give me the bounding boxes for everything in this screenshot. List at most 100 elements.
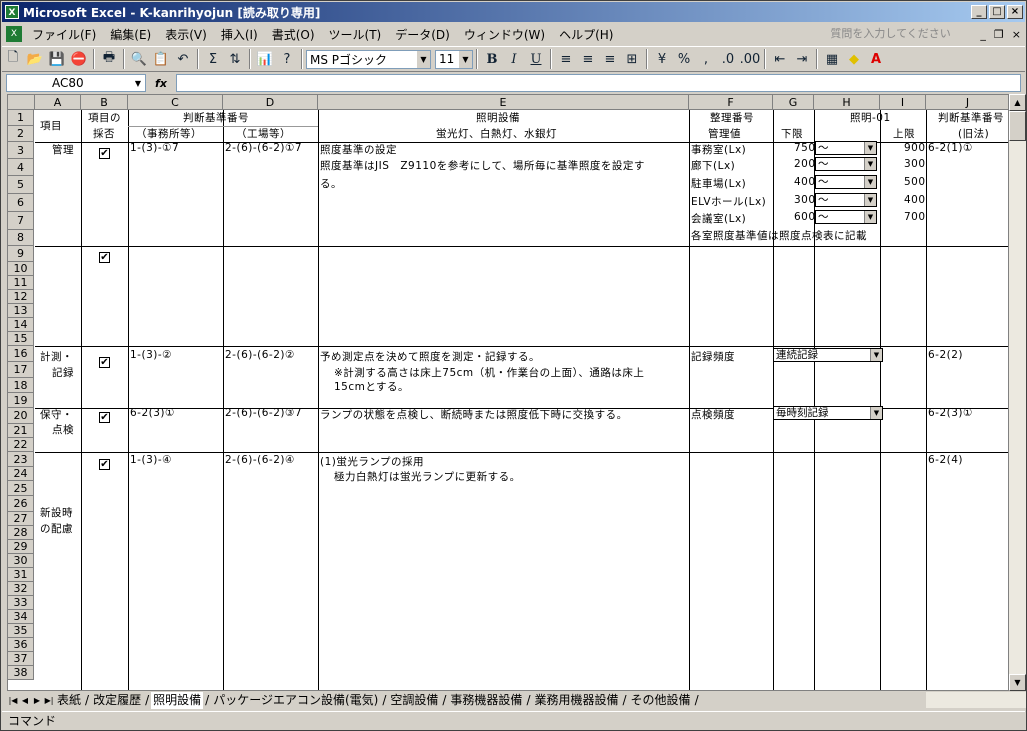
align-center-icon[interactable]: ≡ <box>577 48 599 70</box>
row-header[interactable]: 6 <box>8 194 34 212</box>
row-header[interactable]: 22 <box>8 438 34 452</box>
cell-a17[interactable]: 記録 <box>52 365 74 380</box>
name-box[interactable]: AC80 ▼ <box>6 74 146 92</box>
doc-close-button[interactable]: × <box>1008 28 1025 41</box>
column-header[interactable]: I <box>880 95 926 110</box>
cell-e18[interactable]: 15cmとする。 <box>334 379 409 394</box>
row-header[interactable]: 23 <box>8 452 34 467</box>
row-header[interactable]: 19 <box>8 393 34 408</box>
row-header[interactable]: 26 <box>8 496 34 512</box>
menu-edit[interactable]: 編集(E) <box>103 26 158 43</box>
borders-icon[interactable]: ▦ <box>821 48 843 70</box>
menu-window[interactable]: ウィンドウ(W) <box>457 26 552 43</box>
checkbox-row3[interactable]: ✔ <box>99 148 110 159</box>
workbook-icon[interactable]: X <box>6 26 22 42</box>
row-header[interactable]: 35 <box>8 624 34 638</box>
column-header[interactable]: D <box>223 95 318 110</box>
menu-file[interactable]: ファイル(F) <box>25 26 103 43</box>
cell-d2[interactable]: （工場等） <box>236 126 291 141</box>
percent-button[interactable]: % <box>673 48 695 70</box>
lux-lower-limit[interactable]: 300 <box>794 194 816 206</box>
column-header[interactable]: J <box>926 95 1008 110</box>
cell-e17[interactable]: ※計測する高さは床上75cm（机・作業台の上面）、通路は床上 <box>334 365 644 380</box>
cell-h1[interactable]: 照明-01 <box>850 110 891 125</box>
cell-d3[interactable]: 2-(6)-(6-2)①7 <box>225 142 302 154</box>
row-header[interactable]: 15 <box>8 332 34 346</box>
cell-b1[interactable]: 項目の <box>88 110 121 125</box>
lux-upper-limit[interactable]: 700 <box>904 211 926 223</box>
cell-a26[interactable]: 新設時 <box>40 505 73 520</box>
cell-e2[interactable]: 蛍光灯、白熱灯、水銀灯 <box>436 126 557 141</box>
lux-location[interactable]: ELVホール(Lx) <box>691 194 766 209</box>
sheet-tab-cover[interactable]: 表紙 <box>55 692 83 709</box>
font-color-icon[interactable]: A <box>865 48 887 70</box>
currency-icon[interactable]: ¥ <box>651 48 673 70</box>
row-header[interactable]: 29 <box>8 540 34 554</box>
row-header[interactable]: 10 <box>8 262 34 276</box>
menu-help[interactable]: ヘルプ(H) <box>552 26 620 43</box>
cell-c1[interactable]: 判断基準番号 <box>183 110 249 125</box>
row-header[interactable]: 30 <box>8 554 34 568</box>
cell-c16[interactable]: 1-(3)-② <box>130 349 172 361</box>
row-header[interactable]: 28 <box>8 526 34 540</box>
cell-e3[interactable]: 照度基準の設定 <box>320 142 397 157</box>
maximize-button[interactable]: □ <box>989 5 1005 19</box>
cell-c2[interactable]: （事務所等） <box>136 126 202 141</box>
lux-lower-limit[interactable]: 750 <box>794 142 816 154</box>
decrease-decimal-icon[interactable]: .00 <box>739 48 761 70</box>
cell-e16[interactable]: 予め測定点を決めて照度を測定・記録する。 <box>320 349 540 364</box>
menu-data[interactable]: データ(D) <box>388 26 457 43</box>
cell-a20[interactable]: 保守・ <box>40 407 73 422</box>
row-header[interactable]: 37 <box>8 652 34 666</box>
row-header[interactable]: 34 <box>8 610 34 624</box>
range-dropdown[interactable]: ～ ▼ <box>815 175 877 189</box>
cell-d20[interactable]: 2-(6)-(6-2)③7 <box>225 407 302 419</box>
cell-a1[interactable]: 項目 <box>40 118 62 133</box>
cell-f2[interactable]: 管理値 <box>708 126 741 141</box>
increase-indent-icon[interactable]: ⇥ <box>791 48 813 70</box>
inspection-frequency-dropdown[interactable]: 毎時刻記録 ▼ <box>773 406 883 420</box>
cell-c23[interactable]: 1-(3)-④ <box>130 454 172 466</box>
horizontal-scrollbar[interactable] <box>926 692 1026 708</box>
select-all-corner[interactable] <box>8 95 35 110</box>
lux-location[interactable]: 会議室(Lx) <box>691 211 746 226</box>
cell-e4[interactable]: 照度基準はJIS Z9110を参考にして、場所毎に基準照度を設定す <box>320 158 645 173</box>
permission-icon[interactable]: ⛔ <box>68 48 90 70</box>
cell-a27[interactable]: の配慮 <box>40 521 73 536</box>
scroll-up-icon[interactable]: ▲ <box>1009 94 1026 111</box>
cell-a16[interactable]: 計測・ <box>40 349 73 364</box>
row-header[interactable]: 38 <box>8 666 34 680</box>
row-header[interactable]: 3 <box>8 142 34 159</box>
lux-lower-limit[interactable]: 400 <box>794 176 816 188</box>
sort-ascending-icon[interactable]: ⇅ <box>224 48 246 70</box>
row-header[interactable]: 18 <box>8 378 34 393</box>
sheet-tab-office-equipment[interactable]: 事務機器設備 <box>448 692 524 709</box>
scroll-thumb[interactable] <box>1009 111 1026 141</box>
column-header[interactable]: C <box>128 95 223 110</box>
row-header[interactable]: 11 <box>8 276 34 290</box>
row-header[interactable]: 4 <box>8 159 34 176</box>
range-dropdown[interactable]: ～ ▼ <box>815 141 877 155</box>
decrease-indent-icon[interactable]: ⇤ <box>769 48 791 70</box>
cell-g2[interactable]: 下限 <box>781 126 803 141</box>
sheet-tab-revisions[interactable]: 改定履歴 <box>91 692 143 709</box>
align-right-icon[interactable]: ≡ <box>599 48 621 70</box>
close-button[interactable]: × <box>1007 5 1023 19</box>
new-icon[interactable]: 🗋 <box>2 48 24 70</box>
cell-i2[interactable]: 上限 <box>893 126 915 141</box>
underline-button[interactable]: U <box>525 48 547 70</box>
bold-button[interactable]: B <box>481 48 503 70</box>
cell-e5[interactable]: る。 <box>320 176 342 191</box>
cell-f16[interactable]: 記録頻度 <box>691 349 735 364</box>
lux-lower-limit[interactable]: 600 <box>794 211 816 223</box>
cell-c20[interactable]: 6-2(3)① <box>130 407 175 419</box>
range-dropdown[interactable]: ～ ▼ <box>815 157 877 171</box>
doc-restore-button[interactable]: ❐ <box>990 28 1008 41</box>
cell-d23[interactable]: 2-(6)-(6-2)④ <box>225 454 295 466</box>
row-header[interactable]: 14 <box>8 318 34 332</box>
menu-insert[interactable]: 挿入(I) <box>214 26 265 43</box>
autosum-icon[interactable]: Σ <box>202 48 224 70</box>
help-search-input[interactable]: 質問を入力してください <box>826 25 976 43</box>
vertical-scrollbar[interactable]: ▲ ▼ <box>1009 94 1026 691</box>
checkbox-row20[interactable]: ✔ <box>99 412 110 423</box>
